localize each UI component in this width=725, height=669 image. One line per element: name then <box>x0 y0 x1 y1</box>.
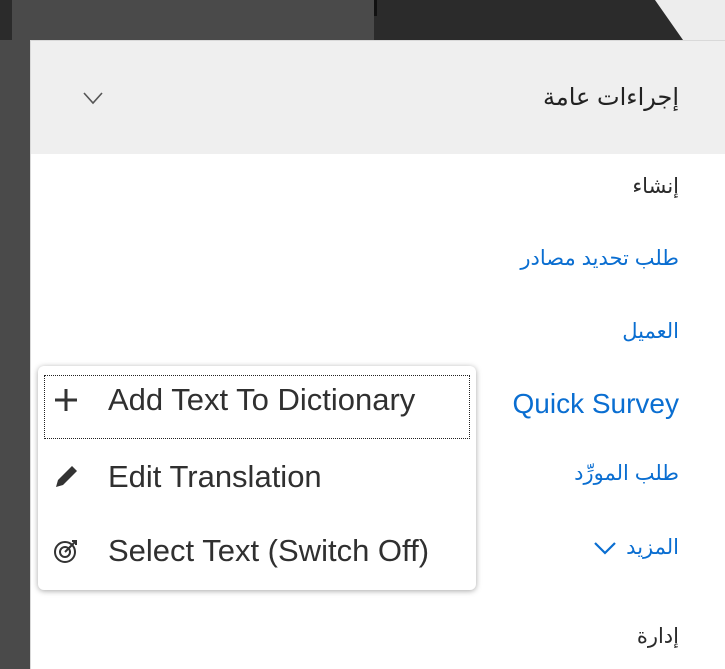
action-sourcing-request[interactable]: طلب تحديد مصادر <box>520 246 679 271</box>
target-icon <box>52 537 80 565</box>
chevron-down-icon <box>594 542 617 556</box>
menu-item-label: Edit Translation <box>108 459 322 494</box>
action-more[interactable]: المزيد <box>594 535 679 560</box>
panel-header[interactable]: إجراءات عامة <box>31 41 725 154</box>
plus-icon <box>52 386 80 414</box>
window-notch <box>655 0 725 40</box>
menu-item-label: Add Text To Dictionary <box>108 382 416 417</box>
menu-item-label: Select Text (Switch Off) <box>108 533 430 568</box>
chevron-down-icon[interactable] <box>83 91 103 105</box>
menu-item-edit-translation[interactable]: Edit Translation <box>38 446 476 508</box>
tab-divider <box>374 0 377 16</box>
top-bar <box>0 0 725 40</box>
more-label: المزيد <box>626 536 679 559</box>
action-supplier-request[interactable]: طلب المورِّد <box>574 461 679 486</box>
action-create[interactable]: إنشاء <box>632 174 679 199</box>
action-customer[interactable]: العميل <box>622 319 679 344</box>
action-manage[interactable]: إدارة <box>637 624 679 649</box>
context-menu: Add Text To Dictionary Edit Translation … <box>38 366 476 590</box>
pencil-icon <box>52 463 80 491</box>
menu-item-select-text[interactable]: Select Text (Switch Off) <box>38 520 476 582</box>
menu-item-add-to-dictionary[interactable]: Add Text To Dictionary <box>38 369 476 439</box>
window-tab-area <box>12 0 374 40</box>
panel-title: إجراءات عامة <box>543 84 679 111</box>
action-quick-survey[interactable]: Quick Survey <box>513 388 680 420</box>
